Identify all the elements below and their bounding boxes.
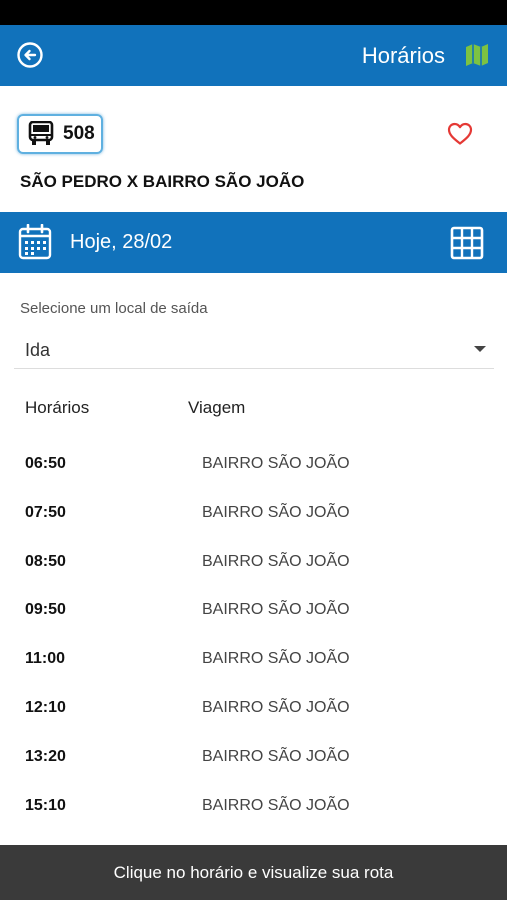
date-label[interactable]: Hoje, 28/02 xyxy=(70,231,172,254)
departure-label: Selecione um local de saída xyxy=(20,300,208,317)
back-arrow-circle-icon xyxy=(17,42,43,68)
departure-time: 08:50 xyxy=(25,552,66,570)
trip-destination: BAIRRO SÃO JOÃO xyxy=(202,601,350,619)
bus-icon xyxy=(28,121,54,145)
route-badge[interactable]: 508 xyxy=(17,114,103,154)
map-button[interactable] xyxy=(465,43,489,67)
date-bar: Hoje, 28/02 xyxy=(0,212,507,273)
schedule-row[interactable]: 07:50 BAIRRO SÃO JOÃO xyxy=(0,489,507,538)
route-number: 508 xyxy=(63,123,95,144)
departure-time: 13:20 xyxy=(25,747,66,765)
schedule-row[interactable]: 15:10 BAIRRO SÃO JOÃO xyxy=(0,782,507,831)
status-bar xyxy=(0,0,507,25)
trip-destination: BAIRRO SÃO JOÃO xyxy=(202,503,350,521)
departure-time: 09:50 xyxy=(25,601,66,619)
trip-destination: BAIRRO SÃO JOÃO xyxy=(202,455,350,472)
trip-destination: BAIRRO SÃO JOÃO xyxy=(202,796,350,814)
schedule-row[interactable]: 09:50 BAIRRO SÃO JOÃO xyxy=(0,586,507,635)
page-title: Horários xyxy=(361,43,445,68)
column-header-trip: Viagem xyxy=(188,398,246,417)
schedule-header: Horários Viagem xyxy=(0,398,507,422)
departure-selected-value: Ida xyxy=(25,340,51,360)
schedule-row[interactable]: 06:50 BAIRRO SÃO JOÃO xyxy=(0,440,507,489)
departure-select[interactable]: Ida xyxy=(14,332,494,369)
grid-icon xyxy=(450,226,484,260)
grid-view-button[interactable] xyxy=(450,226,484,260)
departure-time: 12:10 xyxy=(25,698,66,716)
departure-time: 07:50 xyxy=(25,503,66,521)
schedule-row[interactable]: 08:50 BAIRRO SÃO JOÃO xyxy=(0,538,507,587)
trip-destination: BAIRRO SÃO JOÃO xyxy=(202,747,350,765)
trip-destination: BAIRRO SÃO JOÃO xyxy=(202,698,350,716)
schedule-row[interactable]: 12:10 BAIRRO SÃO JOÃO xyxy=(0,684,507,733)
trip-destination: BAIRRO SÃO JOÃO xyxy=(202,650,350,668)
caret-down-icon xyxy=(474,346,486,352)
app-bar: Horários xyxy=(0,25,507,86)
departure-time: 11:00 xyxy=(25,650,66,668)
route-card: 508 SÃO PEDRO X BAIRRO SÃO JOÃO xyxy=(0,86,507,212)
departure-time: 06:50 xyxy=(25,455,66,472)
footer-hint-bar: Clique no horário e visualize sua rota xyxy=(0,845,507,900)
calendar-icon xyxy=(18,224,52,260)
map-icon xyxy=(466,44,488,66)
column-header-times: Horários xyxy=(25,398,90,417)
departure-time: 15:10 xyxy=(25,796,66,814)
trip-destination: BAIRRO SÃO JOÃO xyxy=(202,552,350,570)
footer-hint: Clique no horário e visualize sua rota xyxy=(113,862,394,882)
heart-outline-icon xyxy=(447,122,473,145)
schedule-row[interactable]: 11:00 BAIRRO SÃO JOÃO xyxy=(0,635,507,684)
schedule-row[interactable]: 13:20 BAIRRO SÃO JOÃO xyxy=(0,733,507,782)
route-name: SÃO PEDRO X BAIRRO SÃO JOÃO xyxy=(20,172,305,191)
schedule-list: 06:50 BAIRRO SÃO JOÃO 07:50 BAIRRO SÃO JOÃ… xyxy=(0,440,507,830)
back-button[interactable] xyxy=(16,41,44,69)
favorite-button[interactable] xyxy=(447,122,473,146)
